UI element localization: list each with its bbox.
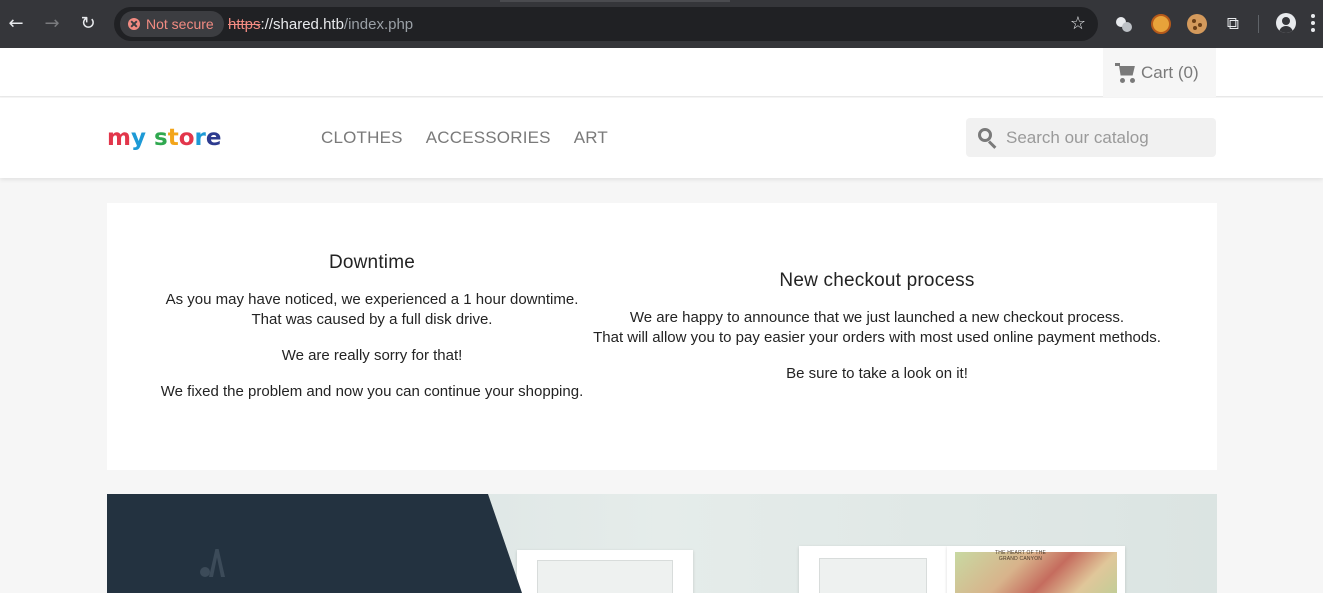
- nav-art[interactable]: ART: [574, 128, 608, 148]
- store-logo[interactable]: my store: [107, 120, 221, 156]
- checkout-title: New checkout process: [779, 270, 975, 291]
- search-icon[interactable]: [978, 128, 998, 149]
- address-bar[interactable]: Not secure https://shared.htb/index.php …: [114, 7, 1098, 41]
- logo-letter: y: [130, 125, 146, 151]
- checkout-line: We are happy to announce that we just la…: [629, 309, 1125, 326]
- downtime-title: Downtime: [328, 252, 416, 273]
- toolbar-divider: [1258, 15, 1259, 33]
- downtime-line: That was caused by a full disk drive.: [251, 311, 493, 328]
- bookmark-star-icon[interactable]: ☆: [1070, 13, 1086, 34]
- browser-toolbar: ← → ↻ Not secure https://shared.htb/inde…: [0, 0, 1323, 48]
- downtime-resolution: We fixed the problem and now you can con…: [160, 383, 584, 400]
- extensions-puzzle-icon[interactable]: ⧉: [1223, 14, 1243, 34]
- cart-button[interactable]: Cart (0): [1103, 48, 1216, 97]
- picture-frame: [517, 550, 693, 593]
- brand-mark-icon: [200, 549, 230, 577]
- header-nav-bar: Cart (0): [0, 48, 1323, 97]
- checkout-paragraph: We are happy to announce that we just la…: [567, 308, 1187, 348]
- logo-letter: o: [178, 125, 195, 151]
- map-frame: THE HEART OF THE GRAND CANYON: [947, 546, 1125, 593]
- header-main: my store CLOTHES ACCESSORIES ART: [0, 98, 1323, 178]
- cookie-extension-icon[interactable]: [1187, 14, 1207, 34]
- hero-dark-panel: [107, 494, 522, 593]
- search-input[interactable]: [1006, 118, 1206, 157]
- hero-banner[interactable]: THE HEART OF THE GRAND CANYON: [107, 494, 1217, 593]
- url-host: ://shared.htb: [260, 16, 344, 33]
- search-widget: [966, 118, 1216, 157]
- picture-frame: [799, 546, 947, 593]
- map-title-line: GRAND CANYON: [998, 556, 1043, 562]
- profile-icon[interactable]: [1276, 13, 1296, 33]
- forward-icon[interactable]: →: [40, 12, 64, 36]
- nav-clothes[interactable]: CLOTHES: [321, 128, 403, 148]
- custom-text-block: Downtime As you may have noticed, we exp…: [107, 203, 1217, 470]
- not-secure-icon: [128, 18, 140, 30]
- downtime-apology: We are really sorry for that!: [281, 347, 463, 364]
- checkout-line: That will allow you to pay easier your o…: [593, 329, 1161, 346]
- logo-space: [146, 125, 154, 151]
- logo-letter: t: [167, 125, 179, 151]
- active-tab-edge: [500, 0, 730, 2]
- shopping-cart-icon: [1115, 62, 1137, 83]
- extension-icon[interactable]: [1114, 14, 1134, 34]
- downtime-line: As you may have noticed, we experienced …: [165, 291, 579, 308]
- logo-letter: r: [194, 125, 206, 151]
- security-indicator[interactable]: Not secure: [120, 11, 224, 37]
- downtime-paragraph: As you may have noticed, we experienced …: [147, 290, 597, 330]
- checkout-notice: New checkout process We are happy to ann…: [567, 270, 1187, 400]
- url-path: /index.php: [343, 16, 414, 33]
- security-label: Not secure: [146, 16, 214, 32]
- reload-icon[interactable]: ↻: [76, 12, 100, 36]
- logo-letter: m: [107, 125, 131, 151]
- map-title: THE HEART OF THE GRAND CANYON: [995, 550, 1046, 562]
- category-menu: CLOTHES ACCESSORIES ART: [321, 128, 608, 148]
- extension-icon[interactable]: [1151, 14, 1171, 34]
- url-scheme: https: [228, 16, 261, 33]
- cart-label: Cart (0): [1141, 62, 1199, 82]
- logo-letter: s: [153, 125, 168, 151]
- checkout-cta-text: Be sure to take a look on it!: [786, 365, 968, 382]
- url-text[interactable]: https://shared.htb/index.php: [228, 16, 413, 33]
- logo-letter: e: [205, 125, 222, 151]
- nav-accessories[interactable]: ACCESSORIES: [426, 128, 551, 148]
- back-icon[interactable]: ←: [4, 12, 28, 36]
- menu-icon[interactable]: [1311, 14, 1315, 34]
- downtime-notice: Downtime As you may have noticed, we exp…: [147, 252, 597, 418]
